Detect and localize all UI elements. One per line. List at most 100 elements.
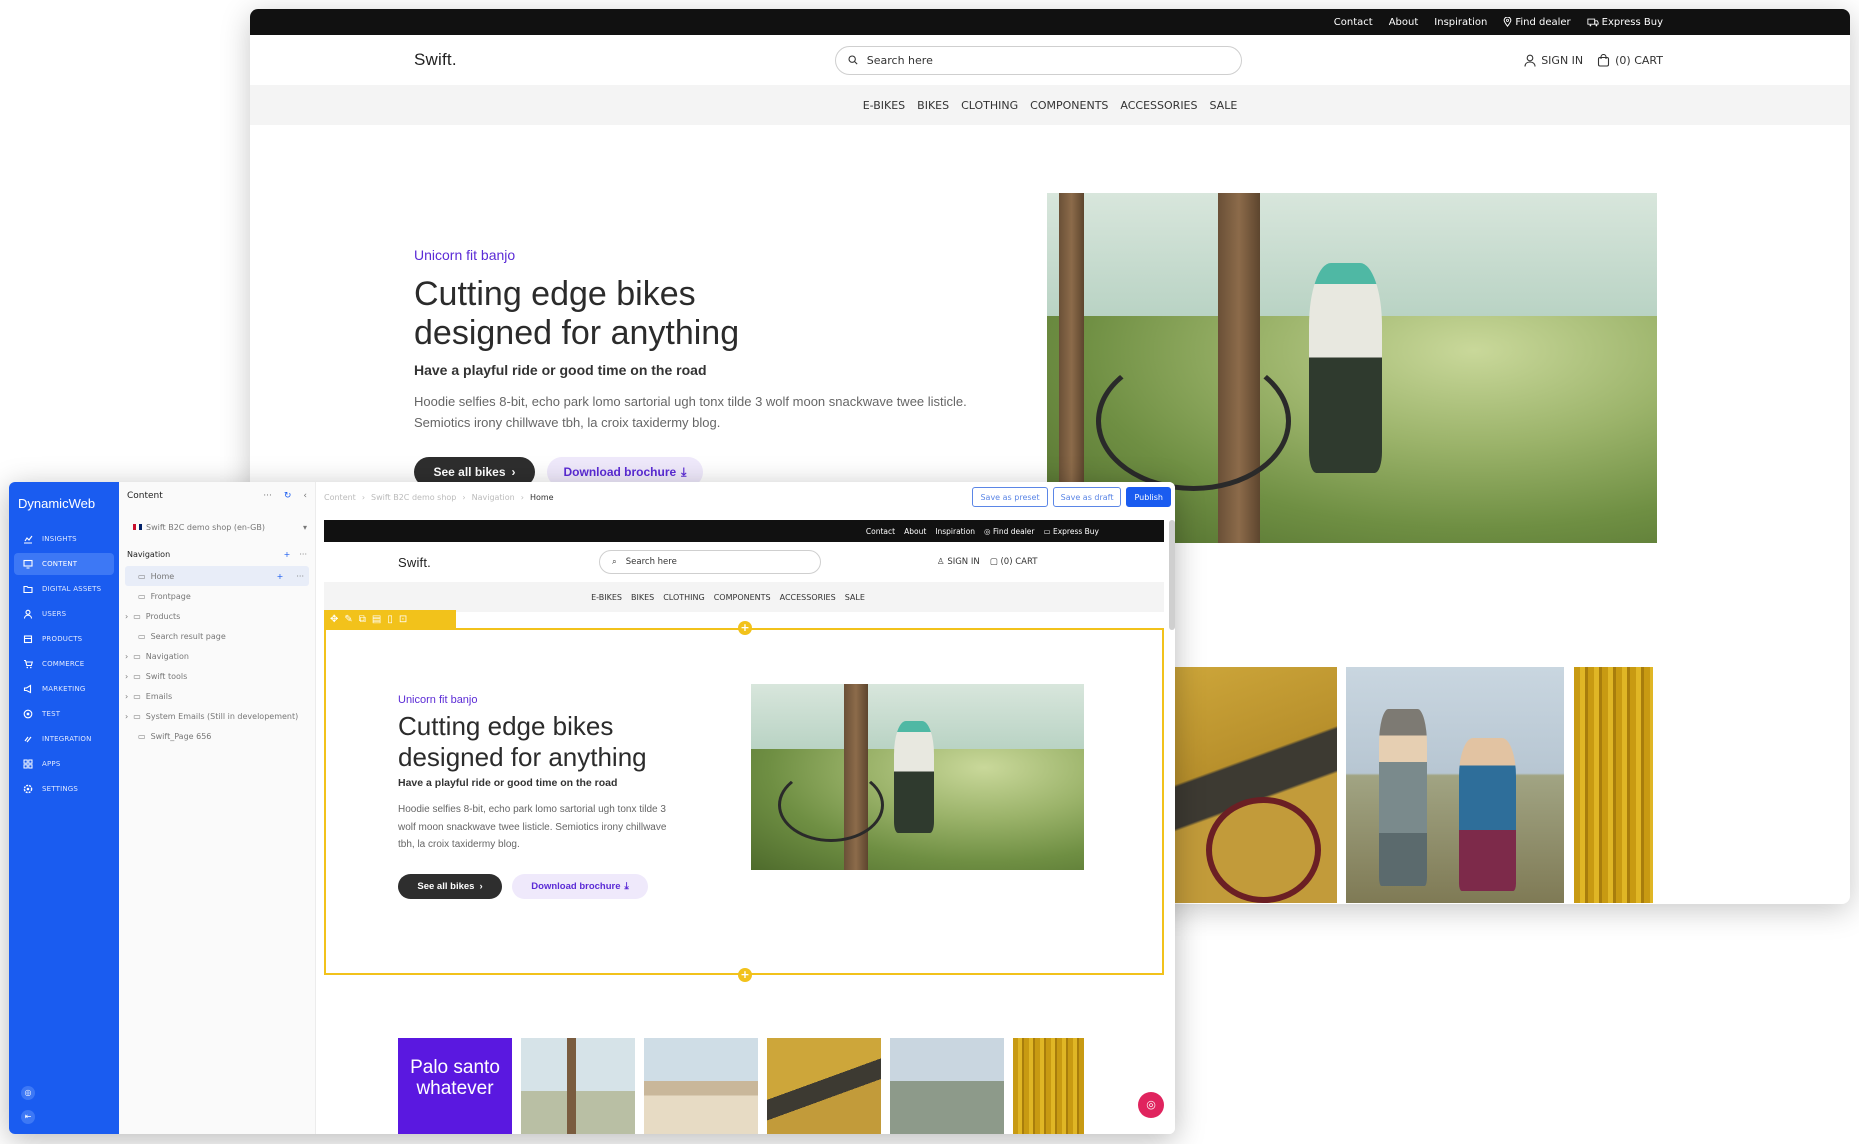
chevron-right-icon[interactable]: › xyxy=(125,612,128,621)
add-block-below-icon[interactable]: + xyxy=(738,968,752,982)
preview-scrollbar[interactable] xyxy=(1169,520,1175,630)
save-icon[interactable]: ▤ xyxy=(372,614,381,625)
gallery-image-beach[interactable] xyxy=(644,1038,758,1134)
add-block-above-icon[interactable]: + xyxy=(738,621,752,635)
add-icon[interactable]: + xyxy=(284,550,291,559)
tree-item-label: Home xyxy=(150,571,175,581)
more-icon[interactable]: ··· xyxy=(299,550,307,559)
save-as-preset-button[interactable]: Save as preset xyxy=(972,487,1048,507)
nav-item-components[interactable]: COMPONENTS xyxy=(1030,99,1108,112)
tree-item-system-emails[interactable]: › ▭ System Emails (Still in developement… xyxy=(125,706,309,726)
site-header: Swift. Search here SIGN IN (0) CART xyxy=(250,35,1850,85)
sidebar-item-test[interactable]: TEST xyxy=(14,703,114,725)
sidebar-item-content[interactable]: CONTENT xyxy=(14,553,114,575)
sign-in-link[interactable]: SIGN IN xyxy=(1524,54,1583,67)
refresh-icon[interactable]: ↻ xyxy=(284,491,292,501)
nav-item-accessories[interactable]: ACCESSORIES xyxy=(780,593,836,602)
site-logo[interactable]: Swift. xyxy=(414,50,457,70)
tree-item-products[interactable]: › ▭ Products xyxy=(125,606,309,626)
tree-item-swift-tools[interactable]: › ▭ Swift tools xyxy=(125,666,309,686)
more-icon[interactable]: ··· xyxy=(296,572,304,581)
tree-item-home[interactable]: ▭ Home + ··· xyxy=(125,566,309,586)
download-brochure-button[interactable]: Download brochure ⤓ xyxy=(512,873,648,899)
move-icon[interactable]: ✥ xyxy=(330,614,338,625)
edit-icon[interactable]: ✎ xyxy=(344,614,352,625)
breadcrumb-item[interactable]: Swift B2C demo shop xyxy=(371,493,456,502)
nav-item-clothing[interactable]: CLOTHING xyxy=(961,99,1018,112)
utility-link-inspiration[interactable]: Inspiration xyxy=(1434,17,1487,28)
gallery-image-tree[interactable] xyxy=(521,1038,635,1134)
cms-brand[interactable]: DynamicWeb xyxy=(9,482,119,511)
sidebar-item-users[interactable]: USERS xyxy=(14,603,114,625)
utility-link-find-dealer[interactable]: ◎ Find dealer xyxy=(984,527,1034,536)
nav-item-bikes[interactable]: BIKES xyxy=(917,99,949,112)
nav-item-sale[interactable]: SALE xyxy=(1210,99,1238,112)
delete-icon[interactable]: ▯ xyxy=(387,614,393,625)
tree-item-emails[interactable]: › ▭ Emails xyxy=(125,686,309,706)
sidebar-item-settings[interactable]: SETTINGS xyxy=(14,778,114,800)
more-icon[interactable]: ··· xyxy=(263,491,272,501)
cart-link[interactable]: ▢ (0) CART xyxy=(990,557,1038,567)
gallery-image-gold-fabric[interactable] xyxy=(1013,1038,1084,1134)
utility-link-contact[interactable]: Contact xyxy=(1334,17,1373,28)
sidebar-item-products[interactable]: PRODUCTS xyxy=(14,628,114,650)
chevron-right-icon[interactable]: › xyxy=(125,712,128,721)
utility-link-about[interactable]: About xyxy=(904,527,926,536)
help-icon[interactable]: ◎ xyxy=(21,1086,35,1100)
nav-item-ebikes[interactable]: E-BIKES xyxy=(863,99,905,112)
nav-item-clothing[interactable]: CLOTHING xyxy=(663,593,705,602)
tree-item-navigation[interactable]: › ▭ Navigation xyxy=(125,646,309,666)
utility-link-find-dealer[interactable]: Find dealer xyxy=(1503,17,1571,28)
chevron-right-icon[interactable]: › xyxy=(125,652,128,661)
sidebar-item-digital-assets[interactable]: DIGITAL ASSETS xyxy=(14,578,114,600)
search-placeholder: Search here xyxy=(866,53,933,67)
express-buy-label: Express Buy xyxy=(1052,526,1099,536)
breadcrumb-item[interactable]: Navigation xyxy=(472,493,515,502)
site-logo[interactable]: Swift. xyxy=(398,555,431,570)
nav-item-ebikes[interactable]: E-BIKES xyxy=(591,593,622,602)
search-placeholder: Search here xyxy=(625,557,677,567)
collapse-panel-icon[interactable]: ‹ xyxy=(303,491,307,501)
save-as-draft-button[interactable]: Save as draft xyxy=(1052,487,1122,507)
lock-icon[interactable]: ⊡ xyxy=(399,614,407,625)
nav-item-bikes[interactable]: BIKES xyxy=(631,593,654,602)
tree-item-swift-page-656[interactable]: ▭ Swift_Page 656 xyxy=(125,726,309,746)
utility-link-express-buy[interactable]: ▭ Express Buy xyxy=(1044,527,1100,536)
utility-link-about[interactable]: About xyxy=(1389,17,1419,28)
chat-bubble-icon[interactable]: ◎ xyxy=(1138,1092,1164,1118)
nav-item-components[interactable]: COMPONENTS xyxy=(714,593,771,602)
sidebar-item-marketing[interactable]: MARKETING xyxy=(14,678,114,700)
add-icon[interactable]: + xyxy=(277,572,284,581)
publish-button[interactable]: Publish xyxy=(1126,487,1171,507)
collapse-sidebar-icon[interactable]: ⇤ xyxy=(21,1110,35,1124)
search-input[interactable]: Search here xyxy=(834,45,1242,75)
chevron-right-icon[interactable]: › xyxy=(125,692,128,701)
utility-link-express-buy[interactable]: Express Buy xyxy=(1587,17,1663,28)
tree-title: Content xyxy=(127,491,163,501)
utility-link-inspiration[interactable]: Inspiration xyxy=(935,527,975,536)
content-tree-panel: Content ··· ↻ ‹ Swift B2C demo shop (en-… xyxy=(119,482,316,1134)
hero-title: Cutting edge bikes designed for anything xyxy=(398,711,728,773)
gallery-image-cyclist[interactable] xyxy=(767,1038,881,1134)
nav-item-accessories[interactable]: ACCESSORIES xyxy=(1120,99,1197,112)
gallery-image-friends[interactable] xyxy=(890,1038,1004,1134)
chevron-right-icon[interactable]: › xyxy=(125,672,128,681)
sidebar-item-integration[interactable]: INTEGRATION xyxy=(14,728,114,750)
cart-link[interactable]: (0) CART xyxy=(1597,53,1663,67)
sidebar-item-commerce[interactable]: COMMERCE xyxy=(14,653,114,675)
cms-editor-window: DynamicWeb INSIGHTS CONTENT DIGITAL ASSE… xyxy=(9,482,1175,1134)
sidebar-item-insights[interactable]: INSIGHTS xyxy=(14,528,114,550)
tree-item-search-result-page[interactable]: ▭ Search result page xyxy=(125,626,309,646)
promo-tile[interactable]: Palo santo whatever xyxy=(398,1038,512,1134)
folder-icon: ▭ xyxy=(133,691,141,701)
copy-icon[interactable]: ⧉ xyxy=(359,614,366,625)
nav-item-sale[interactable]: SALE xyxy=(845,593,865,602)
search-input[interactable]: ⌕ Search here xyxy=(598,550,821,574)
sidebar-item-apps[interactable]: APPS xyxy=(14,753,114,775)
site-selector[interactable]: Swift B2C demo shop (en-GB) ▾ xyxy=(127,516,307,538)
breadcrumb-item[interactable]: Content xyxy=(324,493,356,502)
sign-in-link[interactable]: ♙ SIGN IN xyxy=(937,557,980,567)
tree-item-frontpage[interactable]: ▭ Frontpage xyxy=(125,586,309,606)
utility-link-contact[interactable]: Contact xyxy=(866,527,895,536)
see-all-bikes-button[interactable]: See all bikes › xyxy=(398,873,502,899)
